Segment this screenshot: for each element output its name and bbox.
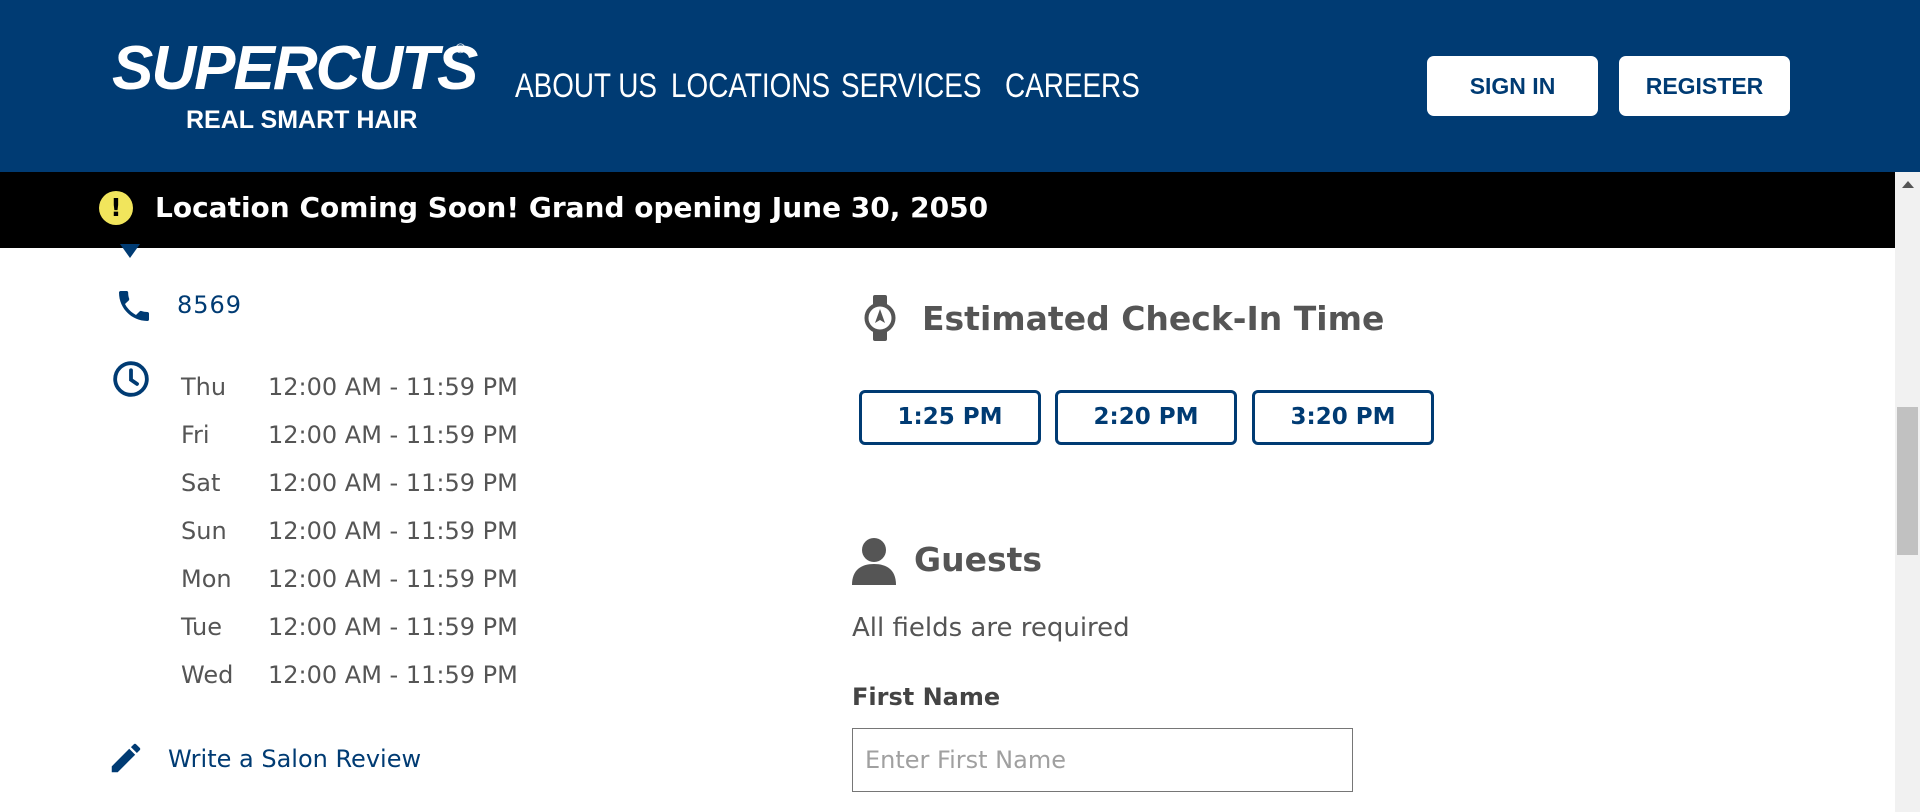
- hours-day: Tue: [181, 613, 222, 641]
- nav-locations[interactable]: LOCATIONS: [671, 66, 830, 106]
- scroll-up-arrow-icon[interactable]: [1902, 181, 1914, 188]
- supercuts-logo[interactable]: SUPERCUTS ® REAL SMART HAIR: [112, 38, 482, 138]
- logo-tagline: REAL SMART HAIR: [186, 106, 418, 134]
- site-header: SUPERCUTS ® REAL SMART HAIR ABOUT US LOC…: [0, 0, 1920, 172]
- checkin-time-button[interactable]: 3:20 PM: [1252, 390, 1434, 445]
- person-icon: [852, 538, 896, 585]
- nav-careers[interactable]: CAREERS: [1005, 66, 1140, 106]
- phone-icon: [119, 291, 149, 321]
- hours-day: Wed: [181, 661, 234, 689]
- hours-day: Fri: [181, 421, 210, 449]
- checkin-time-button[interactable]: 2:20 PM: [1055, 390, 1237, 445]
- clock-icon: [113, 361, 149, 397]
- nav-services[interactable]: SERVICES: [841, 66, 981, 106]
- nav-about-us[interactable]: ABOUT US: [515, 66, 657, 106]
- hours-day: Thu: [181, 373, 227, 401]
- sign-in-button[interactable]: SIGN IN: [1427, 56, 1598, 116]
- pencil-icon: [111, 743, 141, 773]
- first-name-label: First Name: [852, 683, 1001, 711]
- hours-time: 12:00 AM - 11:59 PM: [268, 421, 518, 449]
- salon-phone-link[interactable]: 8569: [177, 288, 242, 322]
- hours-time: 12:00 AM - 11:59 PM: [268, 373, 518, 401]
- hours-time: 12:00 AM - 11:59 PM: [268, 661, 518, 689]
- guests-title: Guests: [914, 540, 1043, 579]
- location-pin-icon: [120, 244, 140, 258]
- hours-time: 12:00 AM - 11:59 PM: [268, 469, 518, 497]
- write-review-link[interactable]: Write a Salon Review: [168, 742, 421, 776]
- banner-message: Location Coming Soon! Grand opening June…: [155, 191, 989, 224]
- checkin-time-button[interactable]: 1:25 PM: [859, 390, 1041, 445]
- hours-day: Mon: [181, 565, 232, 593]
- hours-day: Sun: [181, 517, 227, 545]
- scrollbar-thumb[interactable]: [1897, 407, 1918, 555]
- alert-icon: !: [99, 191, 133, 225]
- checkin-title: Estimated Check-In Time: [922, 299, 1385, 338]
- first-name-input[interactable]: [852, 728, 1353, 792]
- watch-icon: [864, 295, 896, 341]
- required-fields-note: All fields are required: [852, 613, 1130, 643]
- hours-time: 12:00 AM - 11:59 PM: [268, 613, 518, 641]
- logo-wordmark: SUPERCUTS: [112, 34, 478, 103]
- register-button[interactable]: REGISTER: [1619, 56, 1790, 116]
- hours-time: 12:00 AM - 11:59 PM: [268, 517, 518, 545]
- registered-mark: ®: [454, 42, 467, 57]
- hours-time: 12:00 AM - 11:59 PM: [268, 565, 518, 593]
- hours-day: Sat: [181, 469, 221, 497]
